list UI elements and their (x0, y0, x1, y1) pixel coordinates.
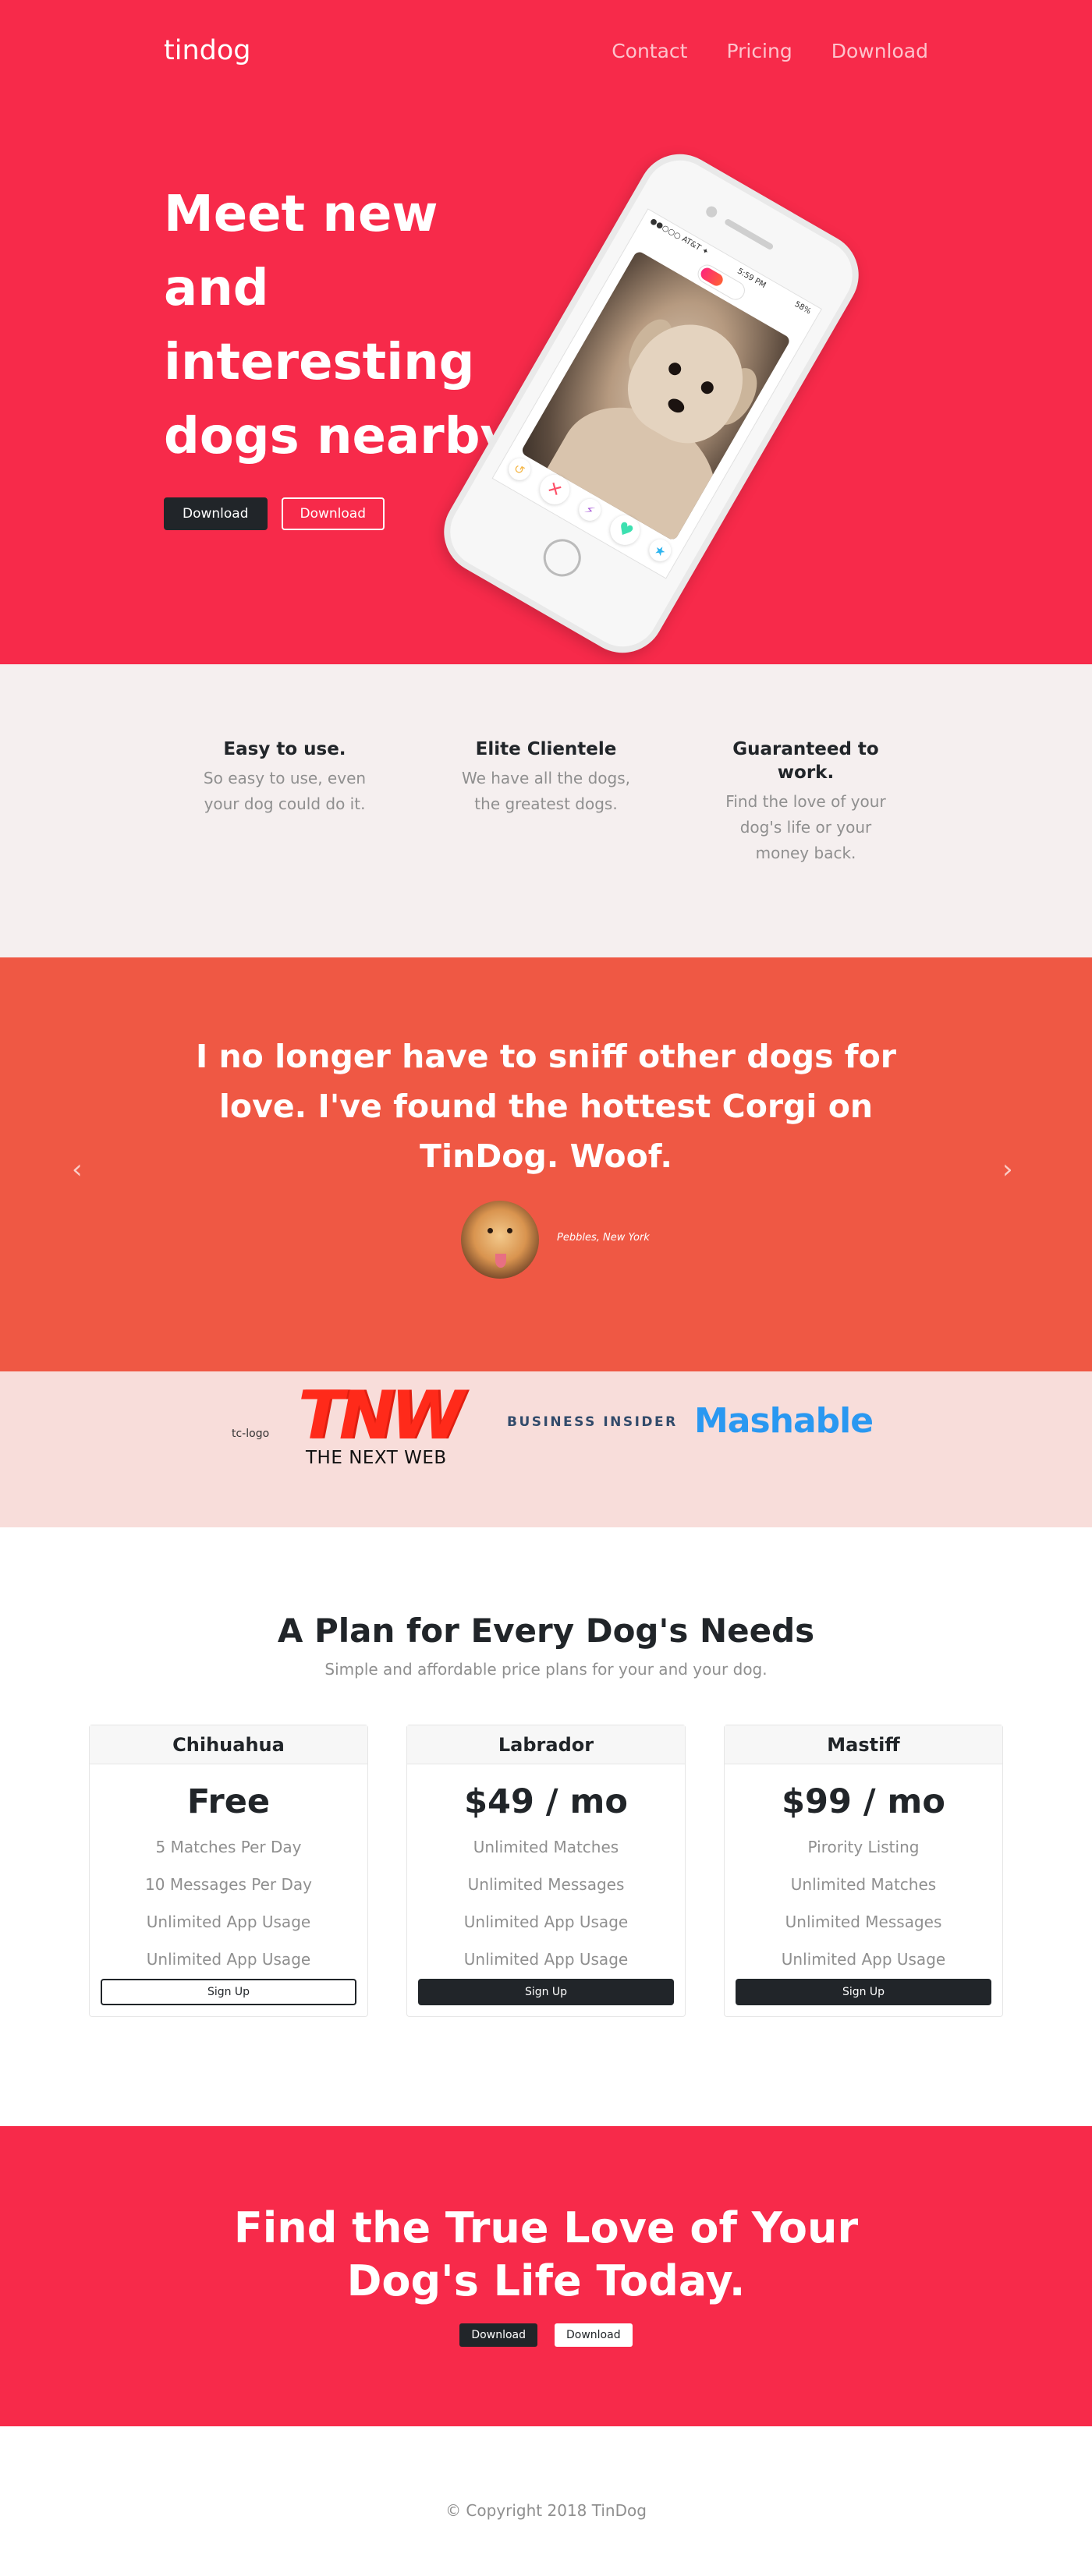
brand-logo[interactable]: tindog (164, 35, 250, 66)
hero-title: Meet new and interesting dogs nearby. (164, 186, 527, 465)
feature-text: Find the love of your dog's life or your… (725, 792, 886, 862)
boost-icon: ⚡ (575, 494, 605, 525)
phone-speaker (723, 218, 775, 251)
status-carrier: ●●○○○ AT&T ✦ (648, 216, 711, 257)
superlike-icon: ★ (645, 535, 675, 566)
techcrunch-logo: tc-logo (232, 1428, 270, 1440)
download-button-outline[interactable]: Download (281, 497, 385, 530)
plan-features: 5 Matches Per Day 10 Messages Per Day Un… (90, 1828, 367, 1978)
testimonial-author: Pebbles, New York (557, 1232, 650, 1244)
pricing-title: A Plan for Every Dog's Needs (277, 1612, 815, 1650)
feature-title: Elite Clientele (475, 739, 617, 759)
home-button (536, 532, 588, 584)
plan-feature: 10 Messages Per Day (145, 1875, 312, 1894)
tnw-mark: TNW (298, 1377, 465, 1455)
download-button-dark[interactable]: Download (164, 497, 268, 530)
tnw-logo: TNW THE NEXT WEB (298, 1377, 466, 1468)
feature-guaranteed: Guaranteed to work. Find the love of you… (716, 738, 895, 866)
plan-features: Pirority Listing Unlimited Matches Unlim… (725, 1828, 1002, 1978)
plan-name: Mastiff (725, 1725, 1002, 1764)
nav-link-contact[interactable]: Contact (612, 40, 687, 62)
plan-name: Labrador (407, 1725, 685, 1764)
plan-price: $99 / mo (782, 1782, 945, 1821)
plan-features: Unlimited Matches Unlimited Messages Unl… (407, 1828, 685, 1978)
plan-feature: 5 Matches Per Day (155, 1838, 302, 1856)
feature-title: Guaranteed to work. (732, 739, 879, 783)
navbar: tindog Contact Pricing Download (164, 31, 928, 70)
plan-feature: Unlimited Messages (467, 1875, 625, 1894)
nav-links: Contact Pricing Download (612, 40, 928, 62)
plan-feature: Unlimited Messages (785, 1913, 942, 1931)
phone-camera (704, 204, 719, 220)
nav-link-download[interactable]: Download (831, 40, 928, 62)
testimonial-avatar (461, 1201, 539, 1279)
feature-text: So easy to use, even your dog could do i… (203, 769, 367, 813)
plan-feature: Unlimited App Usage (146, 1913, 311, 1931)
sign-up-button[interactable]: Sign Up (101, 1979, 356, 2005)
plan-feature: Pirority Listing (807, 1838, 920, 1856)
plan-feature: Unlimited App Usage (146, 1950, 311, 1969)
plan-feature: Unlimited Matches (790, 1875, 937, 1894)
plan-feature: Unlimited App Usage (463, 1913, 629, 1931)
feature-text: We have all the dogs, the greatest dogs. (461, 769, 630, 813)
press-section: tc-logo TNW THE NEXT WEB BUSINESS INSIDE… (0, 1371, 1092, 1527)
cta-buttons: Download Download (0, 2323, 1092, 2347)
feature-elite: Elite Clientele We have all the dogs, th… (456, 738, 636, 817)
hero-buttons: Download Download (164, 497, 385, 530)
plan-feature: Unlimited Matches (473, 1838, 619, 1856)
avatar-tongue (495, 1254, 506, 1268)
nav-link-pricing[interactable]: Pricing (726, 40, 792, 62)
tnw-wordmark: THE NEXT WEB (306, 1448, 447, 1468)
sign-up-button[interactable]: Sign Up (418, 1979, 674, 2005)
mashable-logo: Mashable (694, 1401, 874, 1441)
footer: © Copyright 2018 TinDog (0, 2426, 1092, 2576)
rewind-icon: ↺ (504, 454, 534, 484)
cta-download-button-light[interactable]: Download (555, 2323, 633, 2347)
title-section: tindog Contact Pricing Download Meet new… (0, 0, 1092, 664)
carousel-next-icon[interactable]: › (1002, 1156, 1013, 1183)
plan-price: $49 / mo (464, 1782, 628, 1821)
testimonial-quote: I no longer have to sniff other dogs for… (195, 1038, 897, 1175)
feature-title: Easy to use. (223, 739, 346, 759)
pricing-card-chihuahua: Chihuahua Free 5 Matches Per Day 10 Mess… (89, 1725, 368, 2017)
plan-name: Chihuahua (90, 1725, 367, 1764)
carousel-prev-icon[interactable]: ‹ (72, 1156, 83, 1183)
feature-easy: Easy to use. So easy to use, even your d… (195, 738, 374, 817)
avatar-eyes (484, 1228, 516, 1251)
pricing-card-mastiff: Mastiff $99 / mo Pirority Listing Unlimi… (724, 1725, 1003, 2017)
cta-title: Find the True Love of Your Dog's Life To… (233, 2203, 859, 2305)
copyright-text: © Copyright 2018 TinDog (445, 2501, 647, 2520)
cta-download-button-dark[interactable]: Download (459, 2323, 537, 2347)
sign-up-button[interactable]: Sign Up (736, 1979, 991, 2005)
plan-price: Free (186, 1782, 271, 1821)
phone-screen: ●●○○○ AT&T ✦ 5:59 PM 58% ↺ ✕ ⚡ ♥ ★ (491, 208, 822, 579)
pricing-card-labrador: Labrador $49 / mo Unlimited Matches Unli… (406, 1725, 686, 2017)
business-insider-logo: BUSINESS INSIDER (507, 1414, 678, 1430)
plan-feature: Unlimited App Usage (781, 1950, 946, 1969)
pricing-section: A Plan for Every Dog's Needs Simple and … (0, 1527, 1092, 2126)
cta-section: Find the True Love of Your Dog's Life To… (0, 2126, 1092, 2426)
pricing-subtitle: Simple and affordable price plans for yo… (324, 1660, 768, 1679)
plan-feature: Unlimited App Usage (463, 1950, 629, 1969)
features-section: Easy to use. So easy to use, even your d… (0, 664, 1092, 957)
status-battery: 58% (792, 299, 813, 317)
testimonials-section: ‹ I no longer have to sniff other dogs f… (0, 957, 1092, 1371)
